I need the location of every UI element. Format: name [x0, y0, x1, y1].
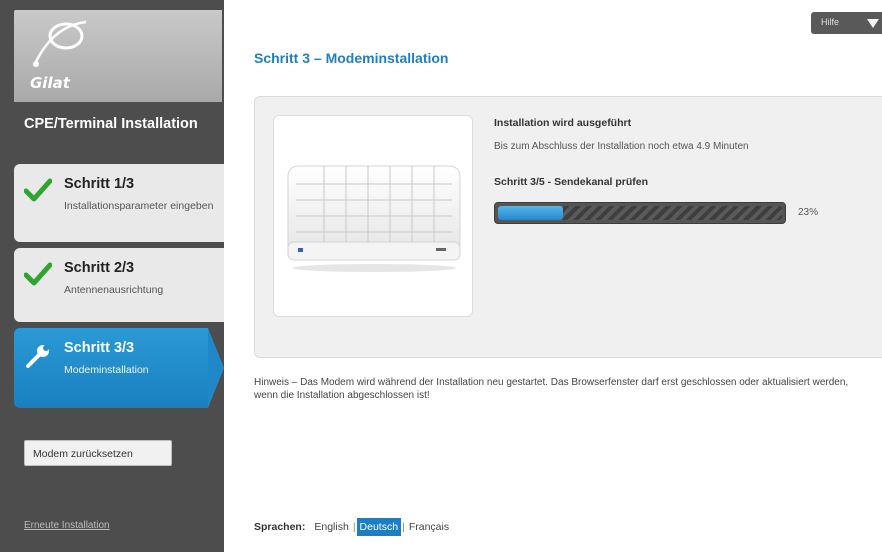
- step-title: Schritt 1/3: [64, 176, 135, 192]
- step-description: Installationsparameter eingeben: [64, 200, 214, 212]
- page-title: Schritt 3 – Modeminstallation: [254, 50, 449, 66]
- progress-percent: 23%: [798, 207, 819, 218]
- remaining-time-text: Bis zum Abschluss der Installation noch …: [494, 141, 749, 152]
- active-step-pointer: [208, 328, 224, 408]
- sidebar-step-2[interactable]: Schritt 2/3 Antennenausrichtung: [14, 248, 224, 322]
- checkmark-icon: [24, 178, 52, 202]
- modem-image: [287, 165, 461, 272]
- app-title: CPE/Terminal Installation: [24, 116, 198, 132]
- language-selector: Sprachen: English | Deutsch | Français: [254, 516, 452, 538]
- current-step-text: Schritt 3/5 - Sendekanal prüfen: [494, 176, 649, 188]
- sidebar-step-3[interactable]: Schritt 3/3 Modeminstallation: [14, 328, 208, 408]
- sidebar: Gilat CPE/Terminal Installation Schritt …: [0, 0, 224, 552]
- languages-label: Sprachen:: [254, 521, 306, 533]
- triangle-down-icon: [867, 19, 879, 28]
- logo: Gilat: [14, 10, 222, 102]
- step-title: Schritt 2/3: [64, 260, 135, 276]
- wrench-icon: [26, 345, 49, 368]
- satellite-logo-icon: [32, 20, 87, 67]
- reinstall-link[interactable]: Erneute Installation: [24, 520, 110, 531]
- separator: |: [352, 521, 356, 533]
- step-title: Schritt 3/3: [64, 340, 135, 356]
- progress-fill: [498, 206, 564, 220]
- help-button[interactable]: Hilfe: [811, 12, 882, 34]
- step-description: Modeminstallation: [64, 364, 149, 376]
- separator: |: [402, 521, 405, 533]
- step-description: Antennenausrichtung: [64, 284, 164, 296]
- help-label: Hilfe: [821, 17, 840, 27]
- language-deutsch[interactable]: Deutsch: [356, 518, 402, 536]
- language-english[interactable]: English: [311, 518, 351, 536]
- language-francais[interactable]: Français: [406, 518, 452, 536]
- progress-track: [498, 206, 782, 220]
- restart-note: Hinweis – Das Modem wird während der Ins…: [254, 377, 849, 401]
- progress-bar: [494, 202, 786, 224]
- reset-modem-button[interactable]: Modem zurücksetzen: [24, 440, 172, 466]
- sidebar-step-1[interactable]: Schritt 1/3 Installationsparameter einge…: [14, 164, 224, 242]
- checkmark-icon: [24, 262, 52, 286]
- modem-image-card: [273, 115, 473, 317]
- status-title: Installation wird ausgeführt: [494, 117, 632, 129]
- logo-text: Gilat: [30, 74, 70, 92]
